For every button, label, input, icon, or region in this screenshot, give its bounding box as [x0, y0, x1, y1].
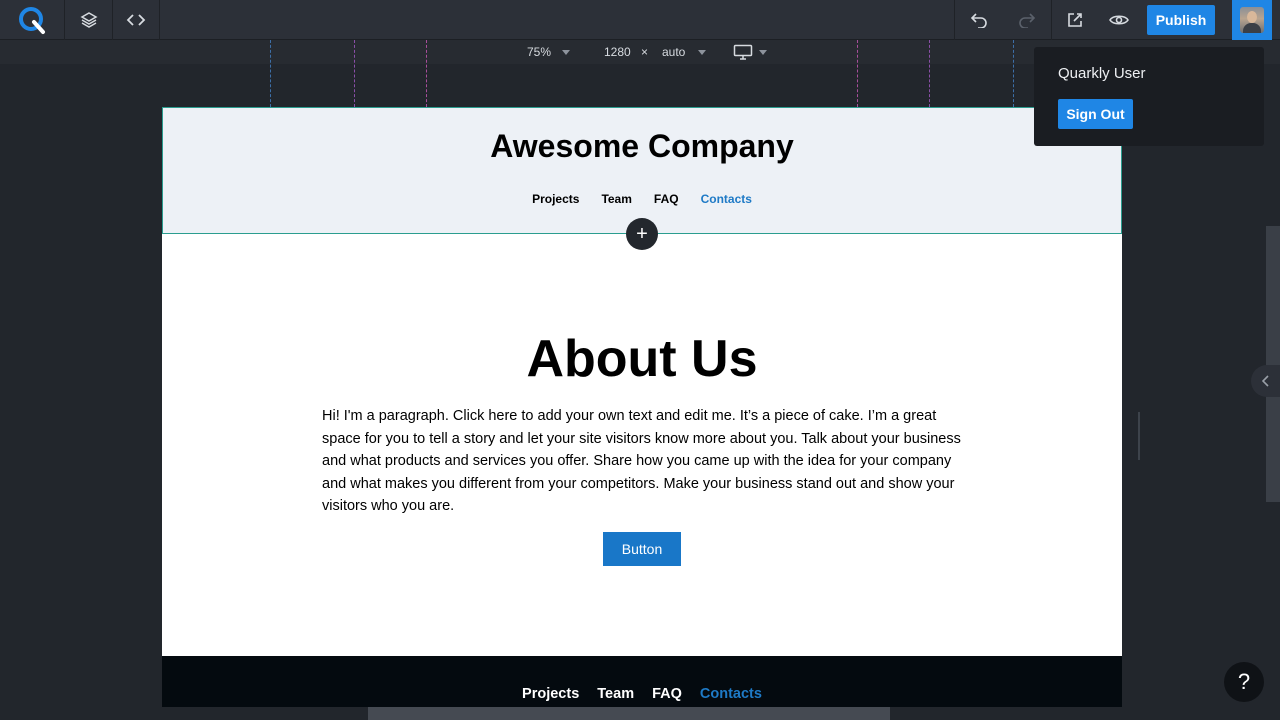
breakpoint-guide: [270, 40, 271, 107]
add-section-button[interactable]: +: [626, 218, 658, 250]
vertical-scrollbar[interactable]: [1266, 226, 1280, 502]
breakpoint-guide: [857, 40, 858, 107]
undo-icon[interactable]: [955, 0, 1003, 40]
sign-out-button[interactable]: Sign Out: [1058, 99, 1133, 129]
header-nav: Projects Team FAQ Contacts: [163, 192, 1121, 206]
footer-nav: Projects Team FAQ Contacts: [162, 686, 1122, 702]
chevron-left-icon[interactable]: [1251, 365, 1280, 397]
about-paragraph[interactable]: Hi! I'm a paragraph. Click here to add y…: [322, 405, 962, 518]
external-link-icon[interactable]: [1051, 0, 1099, 40]
site-canvas: Awesome Company Projects Team FAQ Contac…: [162, 107, 1122, 707]
header-nav-projects[interactable]: Projects: [532, 192, 579, 206]
breakpoint-guide: [1013, 40, 1014, 107]
avatar: [1240, 7, 1264, 33]
viewport-width[interactable]: 1280: [604, 45, 631, 59]
footer-nav-contacts[interactable]: Contacts: [700, 686, 762, 702]
user-menu-button[interactable]: [1232, 0, 1272, 40]
breakpoint-guide: [354, 40, 355, 107]
site-footer[interactable]: Projects Team FAQ Contacts: [162, 656, 1122, 707]
viewport-height[interactable]: auto: [662, 45, 685, 59]
user-name: Quarkly User: [1058, 65, 1146, 82]
horizontal-scrollbar[interactable]: [368, 707, 890, 720]
dimension-separator: ×: [641, 45, 649, 59]
site-header[interactable]: Awesome Company Projects Team FAQ Contac…: [162, 107, 1122, 234]
breakpoint-guide: [426, 40, 427, 107]
header-nav-contacts[interactable]: Contacts: [701, 192, 752, 206]
user-menu-popup: Quarkly User Sign Out: [1034, 47, 1264, 146]
resize-handle[interactable]: [1138, 412, 1140, 460]
breakpoint-guide: [929, 40, 930, 107]
redo-icon[interactable]: [1003, 0, 1051, 40]
eye-icon[interactable]: [1099, 0, 1139, 40]
height-dropdown-icon[interactable]: [698, 50, 706, 55]
toolbar-divider: [159, 0, 160, 40]
about-title[interactable]: About Us: [162, 329, 1122, 389]
cta-button[interactable]: Button: [603, 532, 681, 566]
layers-icon[interactable]: [65, 0, 112, 40]
help-button[interactable]: ?: [1224, 662, 1264, 702]
site-title[interactable]: Awesome Company: [163, 128, 1121, 165]
quarkly-logo-icon[interactable]: [0, 0, 64, 40]
footer-nav-team[interactable]: Team: [597, 686, 634, 702]
device-dropdown-icon[interactable]: [759, 50, 767, 55]
zoom-value[interactable]: 75%: [527, 45, 551, 59]
header-nav-faq[interactable]: FAQ: [654, 192, 679, 206]
code-icon[interactable]: [113, 0, 159, 40]
header-nav-team[interactable]: Team: [601, 192, 631, 206]
publish-button[interactable]: Publish: [1147, 5, 1215, 35]
zoom-dropdown-icon[interactable]: [562, 50, 570, 55]
footer-nav-projects[interactable]: Projects: [522, 686, 579, 702]
monitor-icon[interactable]: [733, 44, 753, 65]
top-toolbar: Publish: [0, 0, 1280, 40]
footer-nav-faq[interactable]: FAQ: [652, 686, 682, 702]
